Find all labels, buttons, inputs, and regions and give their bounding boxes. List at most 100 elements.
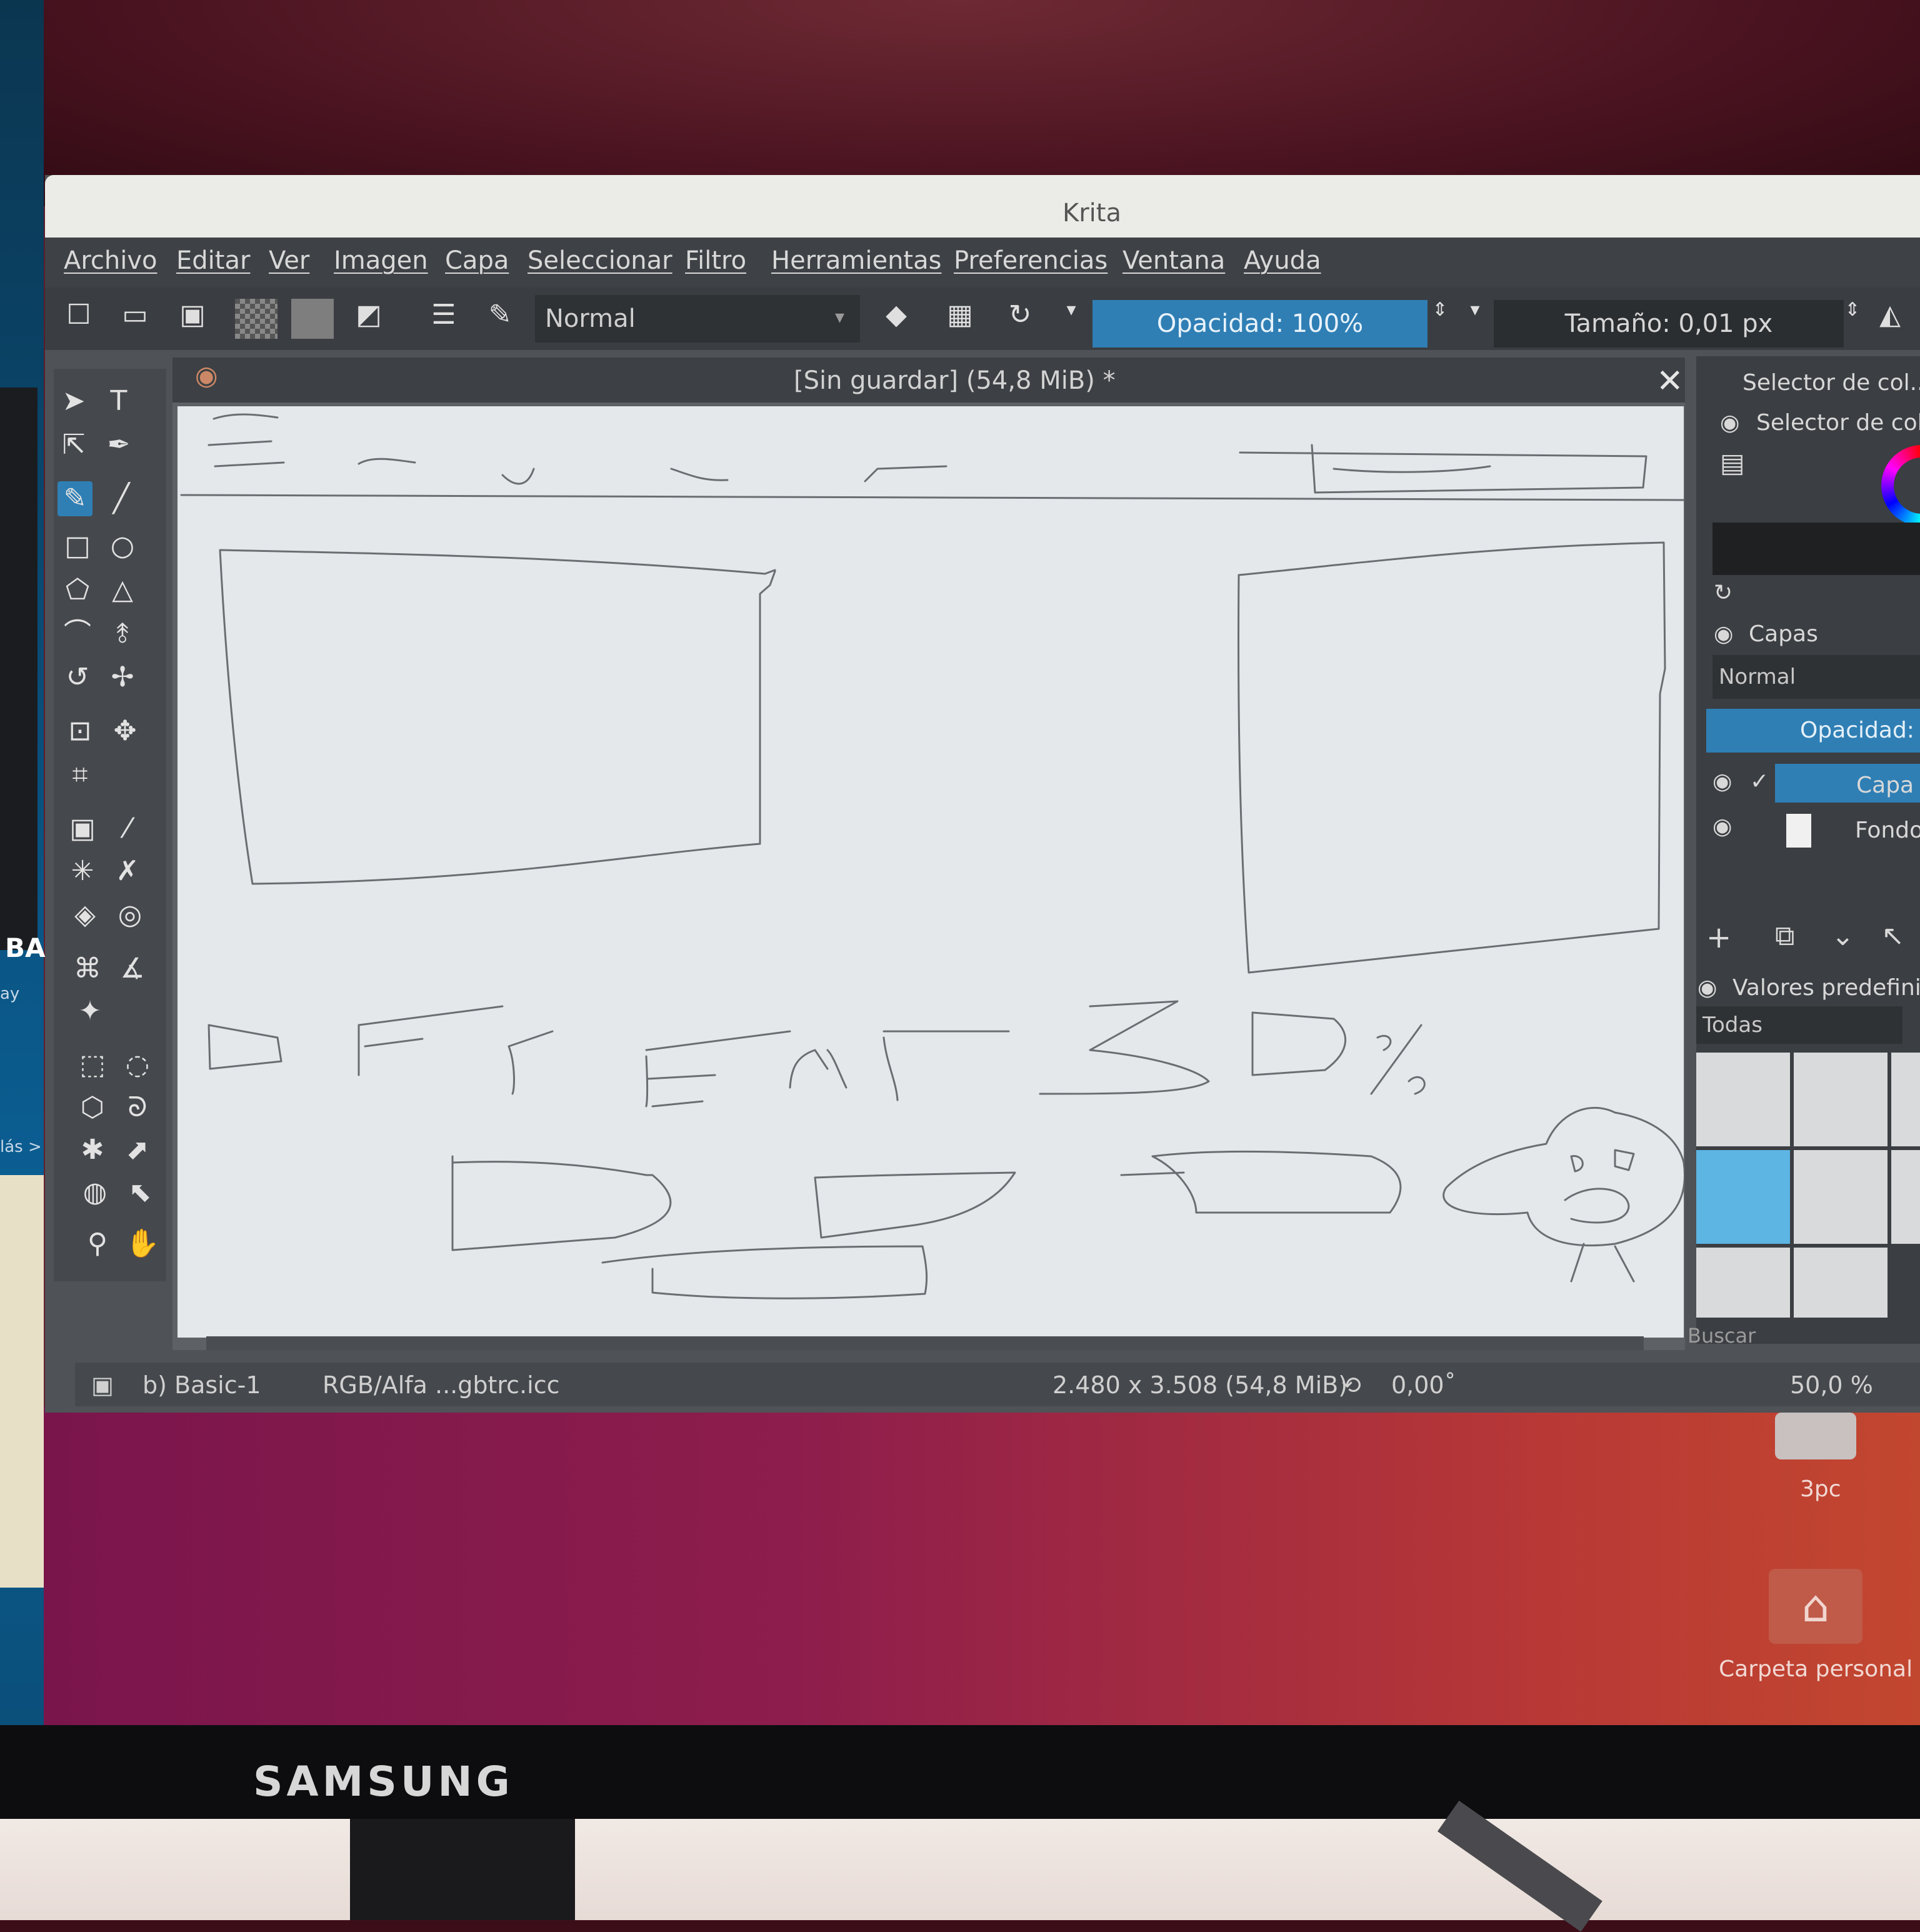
brush-settings-icon[interactable]: ☰: [429, 299, 459, 334]
open-folder-icon[interactable]: ▭: [120, 299, 150, 334]
blend-mode-select[interactable]: Normal: [535, 295, 860, 343]
menu-preferencias[interactable]: Preferencias: [954, 246, 1108, 275]
crop-tool-icon[interactable]: ⌗: [62, 758, 98, 793]
menu-ventana[interactable]: Ventana: [1122, 246, 1225, 275]
ellipse-select-icon[interactable]: ◌: [120, 1048, 155, 1083]
desktop-background: [44, 1406, 1920, 1725]
layer-blend-select[interactable]: Normal: [1712, 655, 1920, 699]
eye-icon[interactable]: ◉: [1712, 769, 1732, 794]
opacity-slider[interactable]: Opacidad: 100%: [1092, 300, 1428, 348]
calligraphy-icon[interactable]: ✒: [101, 428, 136, 463]
menu-capa[interactable]: Capa: [445, 246, 509, 275]
title-bar[interactable]: [45, 175, 1920, 238]
freehand-path-icon[interactable]: ⥉: [105, 616, 140, 651]
menu-imagen[interactable]: Imagen: [334, 246, 428, 275]
drawing-canvas[interactable]: [178, 406, 1686, 1338]
freehand-brush-icon[interactable]: ✎: [58, 481, 92, 516]
menu-herramientas[interactable]: Herramientas: [771, 246, 941, 275]
fill-tool-icon[interactable]: ◈: [68, 898, 102, 933]
menu-ayuda[interactable]: Ayuda: [1244, 246, 1321, 275]
assistant-tool-icon[interactable]: ⌘: [70, 951, 105, 986]
refresh-icon[interactable]: ↻: [1714, 580, 1732, 606]
pan-tool-icon[interactable]: ✋: [125, 1226, 160, 1261]
horizontal-scrollbar[interactable]: [206, 1336, 1644, 1350]
color-selector-tab[interactable]: Selector de col...: [1742, 370, 1920, 396]
layer-name-capa[interactable]: Capa: [1856, 773, 1914, 798]
ellipse-tool-icon[interactable]: ○: [105, 529, 140, 564]
color-history-strip[interactable]: [1712, 523, 1920, 575]
brush-preset-2[interactable]: [1794, 1053, 1888, 1146]
color-picker-icon[interactable]: ⁄: [110, 811, 145, 846]
smart-patch-icon[interactable]: ✳: [65, 854, 100, 889]
mirror-icon[interactable]: ◭: [1875, 299, 1905, 334]
zoom-tool-icon[interactable]: ⚲: [80, 1226, 115, 1261]
freehand-select-icon[interactable]: ᘐ: [120, 1090, 155, 1125]
brush-preset-8[interactable]: [1794, 1248, 1888, 1318]
layer-name-fondo[interactable]: Fondo: [1855, 818, 1920, 843]
rotation-value[interactable]: 0,00˚: [1391, 1371, 1456, 1399]
transform-tool-icon[interactable]: ⊡: [62, 714, 98, 749]
line-tool-icon[interactable]: ╱: [104, 481, 139, 516]
menu-editar[interactable]: Editar: [176, 246, 250, 275]
colorize-mask-icon[interactable]: ✗: [110, 854, 145, 889]
contiguous-select-icon[interactable]: ✱: [75, 1133, 110, 1168]
eye-icon[interactable]: ◉: [1712, 814, 1732, 839]
multibrush-icon[interactable]: ✢: [105, 660, 140, 695]
text-tool-icon[interactable]: T: [101, 384, 136, 419]
zoom-value[interactable]: 50,0 %: [1790, 1371, 1873, 1399]
add-layer-icon[interactable]: +: [1706, 920, 1731, 955]
enclose-fill-icon[interactable]: ◎: [112, 898, 148, 933]
size-stepper-icon[interactable]: ⇕: [1838, 299, 1868, 334]
brush-preset-1[interactable]: [1696, 1053, 1790, 1146]
rectangle-tool-icon[interactable]: □: [60, 529, 95, 564]
brush-preset-3[interactable]: [1891, 1053, 1920, 1146]
menu-filtro[interactable]: Filtro: [685, 246, 746, 275]
chevron-down-icon[interactable]: ▾: [1460, 299, 1490, 334]
select-shape-icon[interactable]: ➤: [56, 384, 91, 419]
edit-shape-icon[interactable]: ⇱: [56, 428, 91, 463]
brush-preset-6[interactable]: [1891, 1150, 1920, 1244]
measure-tool-icon[interactable]: ∡: [115, 951, 150, 986]
new-document-icon[interactable]: ☐: [64, 299, 94, 334]
brush-size-slider[interactable]: Tamaño: 0,01 px: [1494, 300, 1844, 348]
similar-select-icon[interactable]: ⬈: [120, 1133, 155, 1168]
menu-seleccionar[interactable]: Seleccionar: [528, 246, 672, 275]
brush-preset-5[interactable]: [1794, 1150, 1888, 1244]
alpha-lock-icon[interactable]: ▦: [945, 299, 975, 334]
home-folder-icon[interactable]: ⌂: [1769, 1569, 1862, 1644]
polyline-tool-icon[interactable]: △: [105, 573, 140, 608]
brush-preset-7[interactable]: [1696, 1248, 1790, 1318]
dynamic-brush-icon[interactable]: ↺: [60, 660, 95, 695]
chevron-down-icon[interactable]: ▾: [1056, 299, 1086, 334]
rotation-icon[interactable]: ⟲: [1341, 1371, 1361, 1399]
bezier-select-icon[interactable]: ◍: [78, 1175, 112, 1210]
list-icon[interactable]: ▤: [1720, 448, 1745, 478]
save-icon[interactable]: ▣: [178, 299, 208, 334]
eraser-icon[interactable]: ◆: [881, 299, 911, 334]
gradient-swatch[interactable]: [291, 299, 334, 339]
polygon-tool-icon[interactable]: ⬠: [60, 573, 95, 608]
bezier-tool-icon[interactable]: ⌒: [60, 616, 95, 651]
menu-ver[interactable]: Ver: [269, 246, 309, 275]
reload-preset-icon[interactable]: ↻: [1005, 299, 1035, 334]
pattern-swatch[interactable]: [235, 299, 278, 339]
magnetic-select-icon[interactable]: ⬉: [122, 1175, 158, 1210]
polygon-select-icon[interactable]: ⬡: [75, 1090, 110, 1125]
rect-select-icon[interactable]: ⬚: [75, 1048, 110, 1083]
gradient-tool-icon[interactable]: ▣: [65, 811, 100, 846]
opacity-stepper-icon[interactable]: ⇕: [1425, 299, 1455, 334]
fg-bg-color-icon[interactable]: ◩: [354, 299, 384, 334]
layer-opacity-slider[interactable]: Opacidad: 1: [1706, 709, 1920, 787]
move-tool-icon[interactable]: ✥: [108, 714, 142, 749]
color-profile[interactable]: RGB/Alfa ...gbtrc.icc: [322, 1371, 560, 1399]
duplicate-layer-icon[interactable]: ⧉: [1775, 920, 1794, 952]
close-icon[interactable]: ✕: [1656, 363, 1684, 400]
reference-image-icon[interactable]: ✦: [72, 994, 108, 1029]
brush-preset-icon[interactable]: ✎: [485, 299, 515, 334]
menu-archivo[interactable]: Archivo: [64, 246, 158, 275]
desktop-icon-3pc[interactable]: [1775, 1413, 1856, 1459]
presets-filter-select[interactable]: Todas: [1696, 1006, 1902, 1044]
chevron-down-icon[interactable]: ⌄: [1831, 920, 1854, 952]
brush-preset-selected[interactable]: [1696, 1150, 1790, 1244]
check-icon[interactable]: ✓: [1750, 769, 1769, 794]
